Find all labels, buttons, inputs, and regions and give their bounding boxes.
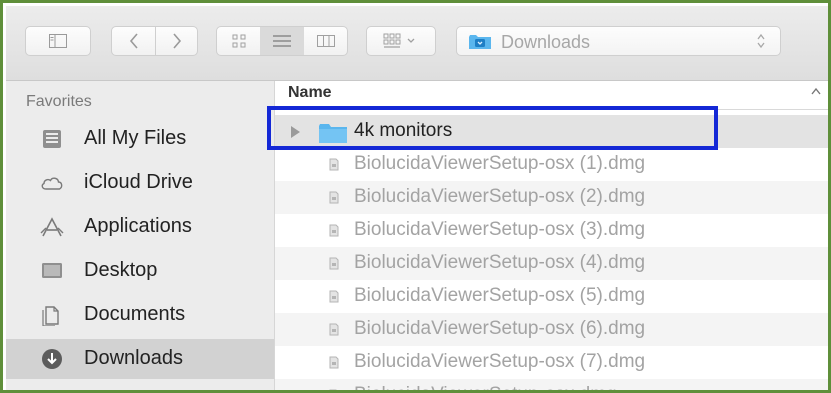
sidebar-toggle-icon — [49, 34, 67, 48]
forward-button[interactable] — [156, 27, 198, 55]
sidebar-item-desktop[interactable]: Desktop — [6, 251, 274, 291]
dmg-file-icon — [329, 356, 339, 369]
list-item[interactable]: BiolucidaViewerSetup-osx (7).dmg — [275, 346, 828, 379]
file-label: BiolucidaViewerSetup-osx (3).dmg — [354, 219, 646, 240]
icon-view-icon — [232, 34, 245, 48]
dmg-file-icon — [329, 158, 339, 171]
dmg-file-icon — [329, 191, 339, 204]
back-forward-group — [111, 26, 198, 56]
dmg-file-icon — [329, 323, 339, 336]
file-label: BiolucidaViewerSetup-osx (2).dmg — [354, 186, 646, 207]
dmg-file-icon — [329, 389, 337, 390]
downloads-icon — [42, 349, 62, 369]
sidebar-item-all-my-files[interactable]: All My Files — [6, 119, 274, 159]
sidebar-item-icloud-drive[interactable]: iCloud Drive — [6, 163, 274, 203]
toolbar: Downloads — [6, 6, 828, 81]
sidebar-item-label: Desktop — [84, 259, 158, 281]
sidebar-item-documents[interactable]: Documents — [6, 295, 274, 335]
stepper-icon — [757, 33, 765, 49]
icon-view-button[interactable] — [217, 27, 260, 55]
list-item[interactable]: BiolucidaViewerSetup-osx (1).dmg — [275, 148, 828, 181]
column-view-icon — [317, 35, 335, 47]
list-item[interactable]: BiolucidaViewerSetup-osx (4).dmg — [275, 247, 828, 280]
sidebar-item-label: iCloud Drive — [84, 171, 193, 193]
sort-ascending-icon — [811, 87, 821, 95]
view-mode-group — [216, 26, 348, 56]
arrange-icon — [383, 33, 415, 48]
list-item[interactable]: BiolucidaViewerSetup-osx (6).dmg — [275, 313, 828, 346]
file-label: BiolucidaViewerSetup-osx (6).dmg — [354, 318, 646, 339]
file-label: BiolucidaViewerSetup-osx.dmg — [354, 384, 617, 390]
sidebar: Favorites All My Files iCloud Drive Appl… — [6, 81, 275, 390]
finder-window: Downloads Favorites All My Files iCloud … — [0, 0, 831, 393]
column-view-button[interactable] — [304, 27, 348, 55]
highlight-box — [267, 106, 718, 150]
sidebar-item-label: Applications — [84, 215, 192, 237]
list-item[interactable]: BiolucidaViewerSetup-osx (3).dmg — [275, 214, 828, 247]
list-view-icon — [273, 35, 291, 47]
path-popup[interactable]: Downloads — [456, 26, 781, 56]
sidebar-item-label: All My Files — [84, 127, 187, 149]
downloads-folder-icon — [469, 35, 491, 49]
cloud-icon — [41, 177, 63, 190]
list-item[interactable]: BiolucidaViewerSetup-osx.dmg — [275, 379, 828, 390]
list-item[interactable]: BiolucidaViewerSetup-osx (2).dmg — [275, 181, 828, 214]
file-label: BiolucidaViewerSetup-osx (7).dmg — [354, 351, 646, 372]
desktop-icon — [42, 263, 62, 278]
dmg-file-icon — [329, 257, 339, 270]
applications-icon — [40, 217, 64, 237]
sidebar-header: Favorites — [26, 93, 92, 110]
path-title: Downloads — [501, 32, 591, 52]
list-item[interactable]: BiolucidaViewerSetup-osx (5).dmg — [275, 280, 828, 313]
documents-icon — [42, 306, 59, 326]
file-label: BiolucidaViewerSetup-osx (5).dmg — [354, 285, 646, 306]
file-label: BiolucidaViewerSetup-osx (4).dmg — [354, 252, 646, 273]
dmg-file-icon — [329, 224, 339, 237]
sidebar-item-label: Documents — [84, 303, 186, 325]
list-view-button[interactable] — [260, 27, 304, 55]
back-icon — [129, 33, 138, 49]
column-name-label: Name — [288, 84, 332, 101]
back-button[interactable] — [112, 27, 155, 55]
sidebar-item-applications[interactable]: Applications — [6, 207, 274, 247]
sidebar-item-downloads[interactable]: Downloads — [6, 339, 274, 379]
file-label: BiolucidaViewerSetup-osx (1).dmg — [354, 153, 646, 174]
all-files-icon — [43, 130, 61, 148]
sidebar-item-label: Downloads — [84, 347, 183, 369]
sidebar-toggle-button[interactable] — [25, 26, 91, 56]
dmg-file-icon — [329, 290, 339, 303]
arrange-button[interactable] — [366, 26, 436, 56]
forward-icon — [173, 33, 182, 49]
